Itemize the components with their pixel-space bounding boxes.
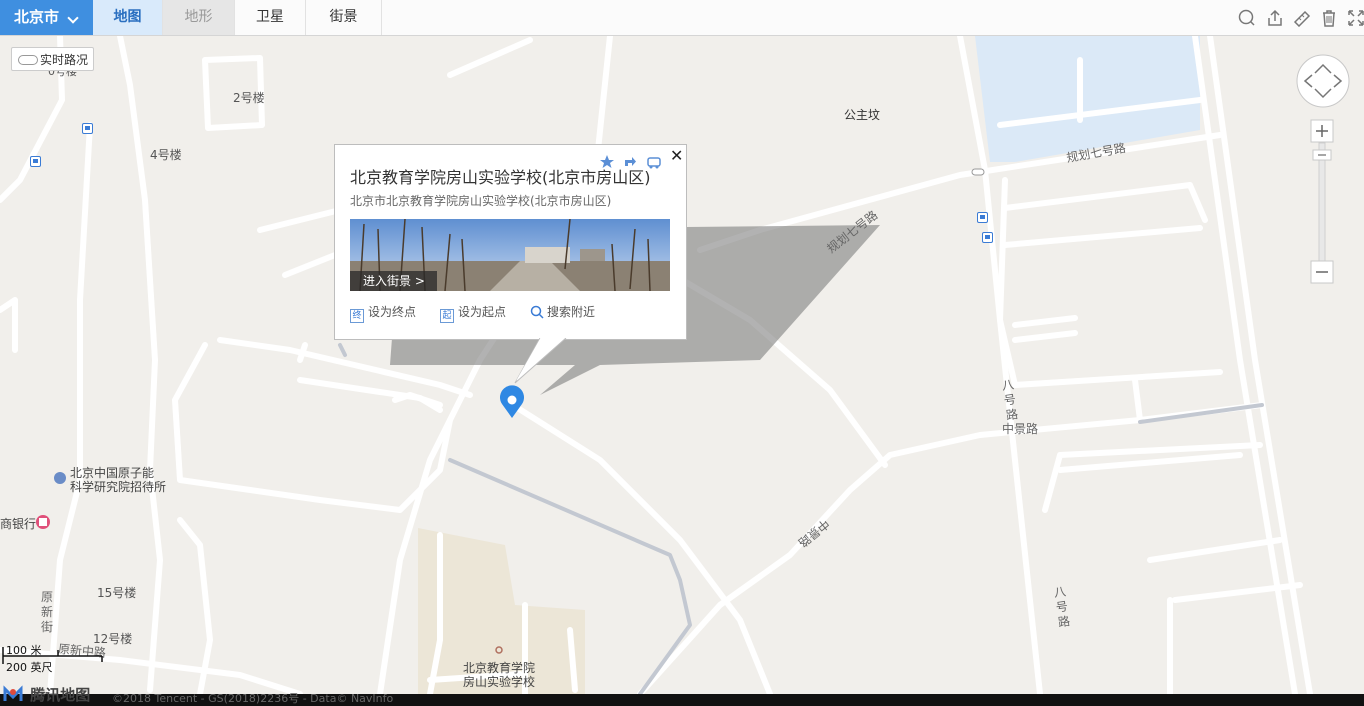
- search-icon[interactable]: [1238, 9, 1256, 27]
- zoom-slider-track: [1318, 142, 1326, 262]
- info-window-address: 北京市北京教育学院房山实验学校(北京市房山区): [350, 194, 612, 208]
- poi-label[interactable]: 商银行: [0, 515, 36, 532]
- scale-imperial: 200 英尺: [6, 661, 53, 674]
- realtime-traffic-toggle[interactable]: 实时路况: [11, 47, 94, 71]
- search-icon: [530, 305, 544, 319]
- pan-control[interactable]: [1296, 54, 1352, 110]
- city-label: 北京市: [14, 8, 60, 26]
- ruler-icon[interactable]: [1293, 9, 1311, 27]
- share-icon: [625, 157, 636, 166]
- realtime-traffic-label: 实时路况: [40, 53, 89, 67]
- poi-label[interactable]: 房山实验学校: [463, 673, 535, 690]
- chevron-down-icon: [67, 12, 79, 24]
- zoom-control[interactable]: [1310, 119, 1336, 285]
- origin-icon: 起: [440, 309, 454, 323]
- place-label[interactable]: 公主坟: [844, 106, 880, 123]
- building-label: 2号楼: [233, 91, 265, 105]
- bus-stop-icon[interactable]: [30, 156, 41, 167]
- tab-satellite[interactable]: 卫星: [235, 0, 306, 35]
- bus-stop-icon[interactable]: [982, 232, 993, 243]
- copyright-text: ©2018 Tencent - GS(2018)2236号 - Data© Na…: [112, 692, 394, 705]
- tab-streetview[interactable]: 街景: [306, 0, 382, 35]
- scale-metric: 100 米: [6, 644, 42, 657]
- road-network: [0, 33, 1313, 694]
- map-toolbar: 北京市 地图 地形 卫星 街景: [0, 0, 1364, 36]
- streetview-thumbnail[interactable]: 进入街景 >: [350, 219, 670, 291]
- poi-label[interactable]: 科学研究院招待所: [70, 478, 166, 495]
- building-label: 4号楼: [150, 148, 182, 162]
- bus-stop-icon[interactable]: [82, 123, 93, 134]
- destination-icon: 终: [350, 309, 364, 323]
- hotel-icon: [54, 472, 66, 484]
- drive-icon: [647, 157, 661, 167]
- fullscreen-icon[interactable]: [1347, 9, 1364, 27]
- trash-icon[interactable]: [1320, 9, 1338, 27]
- city-selector[interactable]: 北京市: [0, 0, 93, 35]
- info-window-pointer: [514, 338, 567, 384]
- building-label: 15号楼: [97, 586, 137, 600]
- share-icon[interactable]: [1266, 9, 1284, 27]
- set-origin-button[interactable]: 起设为起点: [440, 303, 506, 323]
- enter-streetview-button[interactable]: 进入街景 >: [350, 271, 437, 291]
- close-button[interactable]: ✕: [670, 146, 683, 165]
- search-nearby-button[interactable]: 搜索附近: [530, 303, 595, 320]
- set-destination-button[interactable]: 终设为终点: [350, 303, 416, 323]
- tab-map[interactable]: 地图: [93, 0, 163, 35]
- traffic-icon: [18, 55, 38, 65]
- tencent-map-logo: 腾讯地图: [3, 684, 90, 705]
- favorite-icon: [600, 155, 614, 168]
- map-canvas[interactable]: 2号楼 4号楼 0号楼 公主坟 15号楼 12号楼 北京中国原子能 科学研究院招…: [0, 0, 1364, 694]
- popup-icons: [600, 155, 661, 169]
- bus-stop-icon[interactable]: [977, 212, 988, 223]
- logo-icon: [3, 685, 23, 701]
- tab-terrain[interactable]: 地形: [163, 0, 235, 35]
- road-label: 原新街: [40, 590, 53, 634]
- info-window: 北京教育学院房山实验学校(北京市房山区) 北京市北京教育学院房山实验学校(北京市…: [334, 144, 687, 340]
